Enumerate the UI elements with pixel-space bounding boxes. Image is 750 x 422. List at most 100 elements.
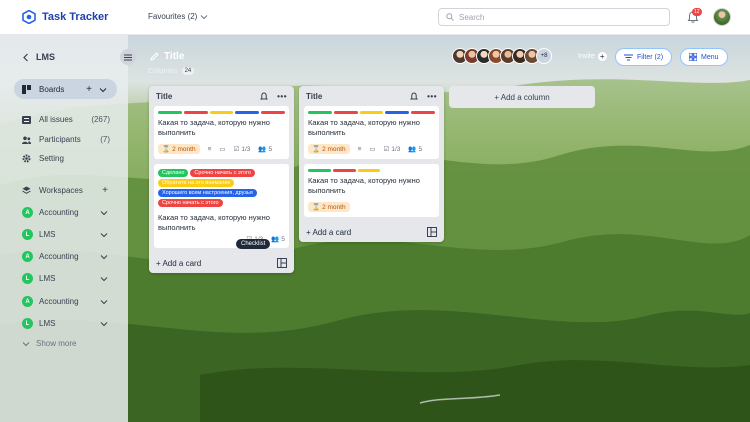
tag: Сделано: [158, 169, 189, 177]
description-icon: ≡: [357, 145, 362, 153]
chevron-down-icon[interactable]: [100, 320, 108, 328]
workspace-label: Accounting: [39, 297, 79, 306]
sidebar-item-boards[interactable]: Boards +: [14, 79, 117, 99]
project-header[interactable]: LMS: [22, 52, 55, 62]
tag: Хорошего всем настроения, друзья: [158, 189, 257, 197]
checklist-count: 1/3: [391, 145, 401, 153]
users-icon: [22, 136, 31, 144]
workspace-label: Accounting: [39, 208, 79, 217]
task-card[interactable]: Сделано Срочно начать с этого Обратите н…: [154, 164, 289, 248]
app-name: Task Tracker: [42, 11, 109, 23]
layers-icon: [22, 186, 31, 194]
due-badge: ⌛ 2 month: [158, 144, 200, 154]
chevron-down-icon[interactable]: [100, 275, 108, 283]
menu-button[interactable]: Menu: [680, 48, 728, 66]
chevron-down-icon[interactable]: [100, 253, 108, 261]
template-icon[interactable]: [427, 227, 437, 237]
boards-icon: [22, 84, 31, 94]
task-card[interactable]: Какая то задача, которую нужно выполнить…: [154, 106, 289, 159]
show-more-link[interactable]: Show more: [22, 339, 76, 348]
add-card-button[interactable]: + Add a card: [149, 253, 294, 273]
sidebar-item-participants[interactable]: Participants (7): [22, 135, 110, 144]
column-header: Title •••: [149, 86, 294, 106]
workspace-avatar: L: [22, 229, 33, 240]
edit-pencil-icon[interactable]: [150, 52, 159, 61]
favourites-label: Favourites (2): [148, 12, 198, 21]
members-count: 5: [281, 235, 285, 243]
sidebar-item-count: (267): [91, 115, 110, 124]
grid-icon: [689, 53, 697, 61]
workspace-item[interactable]: L LMS: [22, 229, 108, 240]
search-box[interactable]: [438, 8, 670, 26]
members-icon: 👥: [271, 236, 280, 243]
checklist: ☑1/3: [234, 145, 251, 154]
board-title-text: Title: [164, 51, 185, 62]
members-icon: 👥: [258, 146, 267, 153]
add-workspace-icon[interactable]: +: [102, 185, 108, 196]
more-dots-icon[interactable]: •••: [427, 92, 437, 101]
members-count: 5: [418, 145, 423, 153]
due-badge: ⌛ 2 month: [308, 202, 350, 212]
column-title[interactable]: Title: [306, 92, 322, 101]
workspace-item[interactable]: L LMS: [22, 273, 108, 284]
invite-button[interactable]: Invite +: [578, 52, 607, 61]
more-members-badge[interactable]: +8: [536, 48, 552, 64]
show-more-label: Show more: [36, 339, 77, 348]
tag: Обратите на это внимание: [158, 179, 235, 187]
add-column-button[interactable]: + Add a column: [449, 86, 595, 108]
bell-icon[interactable]: [260, 91, 269, 101]
checklist: ☑1/3: [384, 145, 401, 154]
sidebar-item-label: All issues: [39, 115, 73, 124]
tag: Срочно начать с этого: [158, 199, 223, 207]
sidebar-item-count: (7): [100, 135, 110, 144]
chevron-down-icon[interactable]: [100, 231, 108, 239]
chevron-down-icon[interactable]: [99, 86, 107, 94]
workspace-avatar: A: [22, 251, 33, 262]
column-header: Title •••: [299, 86, 444, 106]
card-title: Какая то задача, которую нужно выполнить: [308, 118, 420, 137]
filter-label: Filter (2): [637, 53, 664, 61]
column-title[interactable]: Title: [156, 92, 172, 101]
workspace-label: Accounting: [39, 252, 79, 261]
gear-icon: [22, 154, 31, 163]
label-bars: [308, 111, 435, 114]
menu-icon: [124, 54, 132, 60]
add-board-icon[interactable]: +: [86, 84, 92, 95]
sidebar-item-setting[interactable]: Setting: [22, 154, 110, 163]
menu-label: Menu: [701, 53, 719, 61]
card-meta: ⌛ 2 month ≡ ▭ ☑ 1/3 👥 5: [158, 144, 285, 154]
tag: Срочно начать с этого: [190, 169, 255, 177]
workspace-item[interactable]: A Accounting: [22, 207, 108, 218]
workspace-item[interactable]: A Accounting: [22, 296, 108, 307]
workspace-item[interactable]: L LMS: [22, 318, 108, 329]
workspace-item[interactable]: A Accounting: [22, 251, 108, 262]
list-icon: [22, 115, 31, 124]
hourglass-icon: ⌛: [312, 146, 321, 153]
chevron-down-icon[interactable]: [100, 298, 108, 306]
task-card[interactable]: Какая то задача, которую нужно выполнить…: [304, 106, 439, 159]
chevron-down-icon[interactable]: [100, 209, 108, 217]
task-card[interactable]: Какая то задача, которую нужно выполнить…: [304, 164, 439, 217]
add-card-label: + Add a card: [156, 258, 202, 268]
workspace-label: LMS: [39, 274, 56, 283]
template-icon[interactable]: [277, 258, 287, 268]
bell-icon[interactable]: [410, 91, 419, 101]
workspaces-label: Workspaces: [39, 186, 83, 195]
favourites-dropdown[interactable]: Favourites (2): [148, 12, 208, 21]
checklist-count: 1/3: [241, 145, 251, 153]
columns-count-badge: 24: [181, 66, 195, 75]
app-logo[interactable]: Task Tracker: [22, 10, 108, 24]
back-chevron-icon[interactable]: [22, 53, 29, 62]
member-avatars[interactable]: +8: [452, 48, 552, 64]
filter-button[interactable]: Filter (2): [615, 48, 673, 66]
more-dots-icon[interactable]: •••: [277, 92, 287, 101]
add-card-button[interactable]: + Add a card: [299, 222, 444, 242]
sidebar-item-all-issues[interactable]: All issues (267): [22, 115, 110, 124]
top-bar: Task Tracker Favourites (2) 12: [0, 0, 750, 35]
sidebar-collapse-button[interactable]: [120, 49, 136, 65]
due-text: 2 month: [322, 203, 346, 211]
board-column: Title ••• Какая то задача, которую нужно…: [149, 86, 294, 273]
board-title[interactable]: Title: [150, 51, 184, 62]
user-avatar[interactable]: [713, 8, 731, 26]
search-input[interactable]: [459, 12, 659, 22]
